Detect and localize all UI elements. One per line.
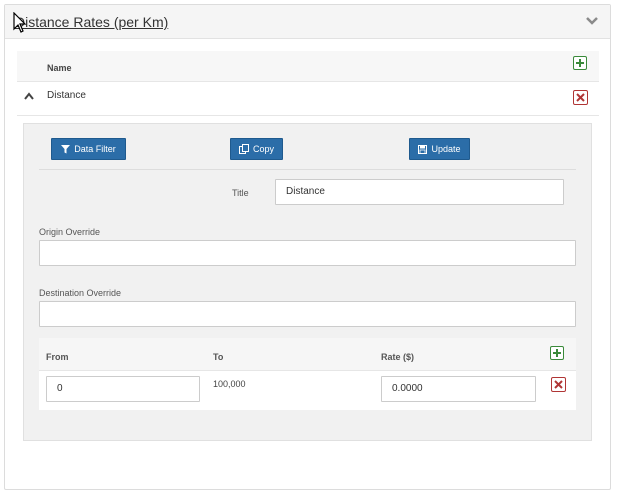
list-header: Name [17, 51, 599, 82]
update-button[interactable]: Update [409, 138, 470, 160]
filter-icon [61, 144, 71, 153]
delete-rate-row-icon[interactable] [551, 377, 566, 392]
rates-table: From To Rate ($) 0 100,000 0.0000 [39, 338, 576, 410]
rate-input[interactable]: 0.0000 [381, 376, 536, 402]
add-rate-set-icon[interactable] [573, 56, 587, 70]
rates-table-header: From To Rate ($) [39, 338, 576, 371]
title-label: Title [232, 188, 249, 198]
copy-label: Copy [252, 144, 274, 154]
data-filter-button[interactable]: Data Filter [51, 138, 126, 160]
title-input[interactable]: Distance [275, 179, 564, 205]
from-input[interactable]: 0 [46, 376, 200, 402]
chevron-down-icon[interactable] [584, 13, 600, 29]
origin-override-label: Origin Override [39, 227, 101, 237]
divider [39, 169, 576, 170]
add-rate-row-icon[interactable] [550, 346, 564, 360]
from-column-header: From [46, 352, 69, 362]
data-filter-label: Data Filter [74, 144, 116, 154]
mouse-cursor-icon [13, 12, 27, 33]
detail-panel: Data Filter Copy Update Title Distance O… [23, 123, 592, 441]
save-icon [418, 144, 428, 154]
to-column-header: To [213, 352, 224, 362]
chevron-up-icon[interactable] [24, 92, 34, 100]
panel-title[interactable]: Distance Rates (per Km) [15, 14, 168, 30]
rate-column-header: Rate ($) [381, 352, 415, 362]
update-label: Update [431, 144, 461, 154]
row-name: Distance [47, 90, 86, 101]
to-value: 100,000 [213, 379, 246, 389]
name-column-header: Name [47, 63, 72, 73]
delete-row-icon[interactable] [573, 90, 588, 105]
panel-header: Distance Rates (per Km) [5, 5, 610, 39]
copy-button[interactable]: Copy [230, 138, 283, 160]
origin-override-input[interactable] [39, 240, 576, 266]
list-row-distance[interactable]: Distance [17, 82, 599, 116]
copy-icon [238, 144, 249, 154]
destination-override-label: Destination Override [39, 288, 122, 298]
destination-override-input[interactable] [39, 301, 576, 327]
